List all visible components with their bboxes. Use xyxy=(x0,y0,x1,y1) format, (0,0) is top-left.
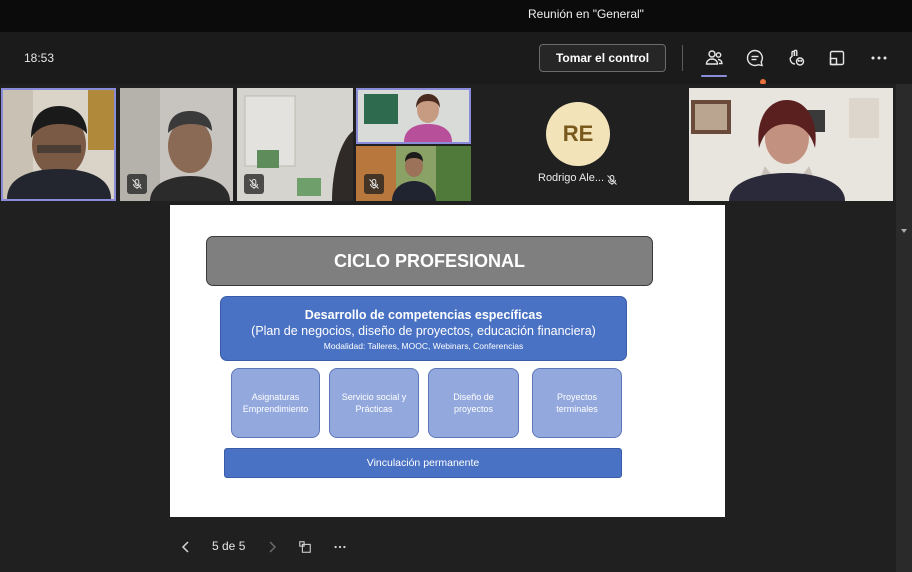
slide-sorter-button[interactable] xyxy=(298,537,312,557)
muted-mic-icon xyxy=(606,173,618,185)
next-slide-button[interactable] xyxy=(265,537,279,557)
reactions-icon[interactable] xyxy=(784,46,808,70)
slide-counter: 5 de 5 xyxy=(212,539,246,553)
slide-title: CICLO PROFESIONAL xyxy=(206,236,653,286)
participant-video xyxy=(689,88,893,201)
shared-slide: CICLO PROFESIONAL Desarrollo de competen… xyxy=(170,205,725,517)
chat-icon[interactable] xyxy=(743,46,767,70)
stage-scrollbar[interactable] xyxy=(896,84,912,572)
subject-box-line: Servicio social y xyxy=(341,391,407,402)
chevron-down-icon xyxy=(901,229,907,233)
people-active-indicator xyxy=(701,75,727,77)
competencies-box: Desarrollo de competencias específicas (… xyxy=(220,296,627,361)
participant-tile[interactable] xyxy=(356,88,471,144)
more-icon[interactable] xyxy=(867,46,891,70)
participant-video xyxy=(358,90,469,142)
participant-tile[interactable] xyxy=(1,88,116,201)
competencies-detail: (Plan de negocios, diseño de proyectos, … xyxy=(251,324,596,338)
toolbar-divider xyxy=(682,45,683,71)
competencies-heading: Desarrollo de competencias específicas xyxy=(304,308,543,322)
more-icon xyxy=(334,545,346,549)
window-title: Reunión en "General" xyxy=(528,7,644,21)
participant-tile[interactable] xyxy=(237,88,353,201)
subject-box-line: terminales xyxy=(556,404,598,414)
subject-box: Asignaturas Emprendimiento xyxy=(231,368,320,438)
subject-box-line: Proyectos xyxy=(556,391,597,402)
meeting-toolbar: 18:53 Tomar el control xyxy=(0,32,912,85)
participant-name: Rodrigo Ale... xyxy=(538,172,605,184)
chevron-left-icon xyxy=(181,541,189,553)
subject-box-line: Prácticas xyxy=(355,404,393,414)
chevron-right-icon xyxy=(269,541,277,553)
title-bar: Reunión en "General" xyxy=(0,0,912,32)
prev-slide-button[interactable] xyxy=(179,537,193,557)
participant-tile[interactable] xyxy=(689,88,893,201)
subject-box: Proyectos terminales xyxy=(532,368,622,438)
subject-box-line: Emprendimiento xyxy=(242,404,309,414)
slides-grid-icon xyxy=(299,541,311,553)
subject-box: Diseño de proyectos xyxy=(428,368,519,438)
linkage-bar: Vinculación permanente xyxy=(224,448,622,478)
slide-more-button[interactable] xyxy=(333,537,347,557)
muted-mic-icon xyxy=(244,174,264,194)
share-tray-icon[interactable] xyxy=(825,46,849,70)
participant-video xyxy=(3,90,114,199)
avatar: RE xyxy=(546,102,610,166)
take-control-button[interactable]: Tomar el control xyxy=(539,44,666,72)
subject-box: Servicio social y Prácticas xyxy=(329,368,419,438)
subject-box-line: Asignaturas xyxy=(251,391,300,402)
competencies-modality: Modalidad: Talleres, MOOC, Webinars, Con… xyxy=(323,341,524,351)
participant-tile[interactable] xyxy=(120,88,233,201)
muted-mic-icon xyxy=(127,174,147,194)
meeting-timer: 18:53 xyxy=(24,51,55,65)
participant-tile[interactable] xyxy=(356,146,471,201)
subject-box-line: proyectos xyxy=(453,404,494,414)
subject-box-line: Diseño de xyxy=(453,391,494,402)
muted-mic-icon xyxy=(364,174,384,194)
people-icon[interactable] xyxy=(702,46,726,70)
